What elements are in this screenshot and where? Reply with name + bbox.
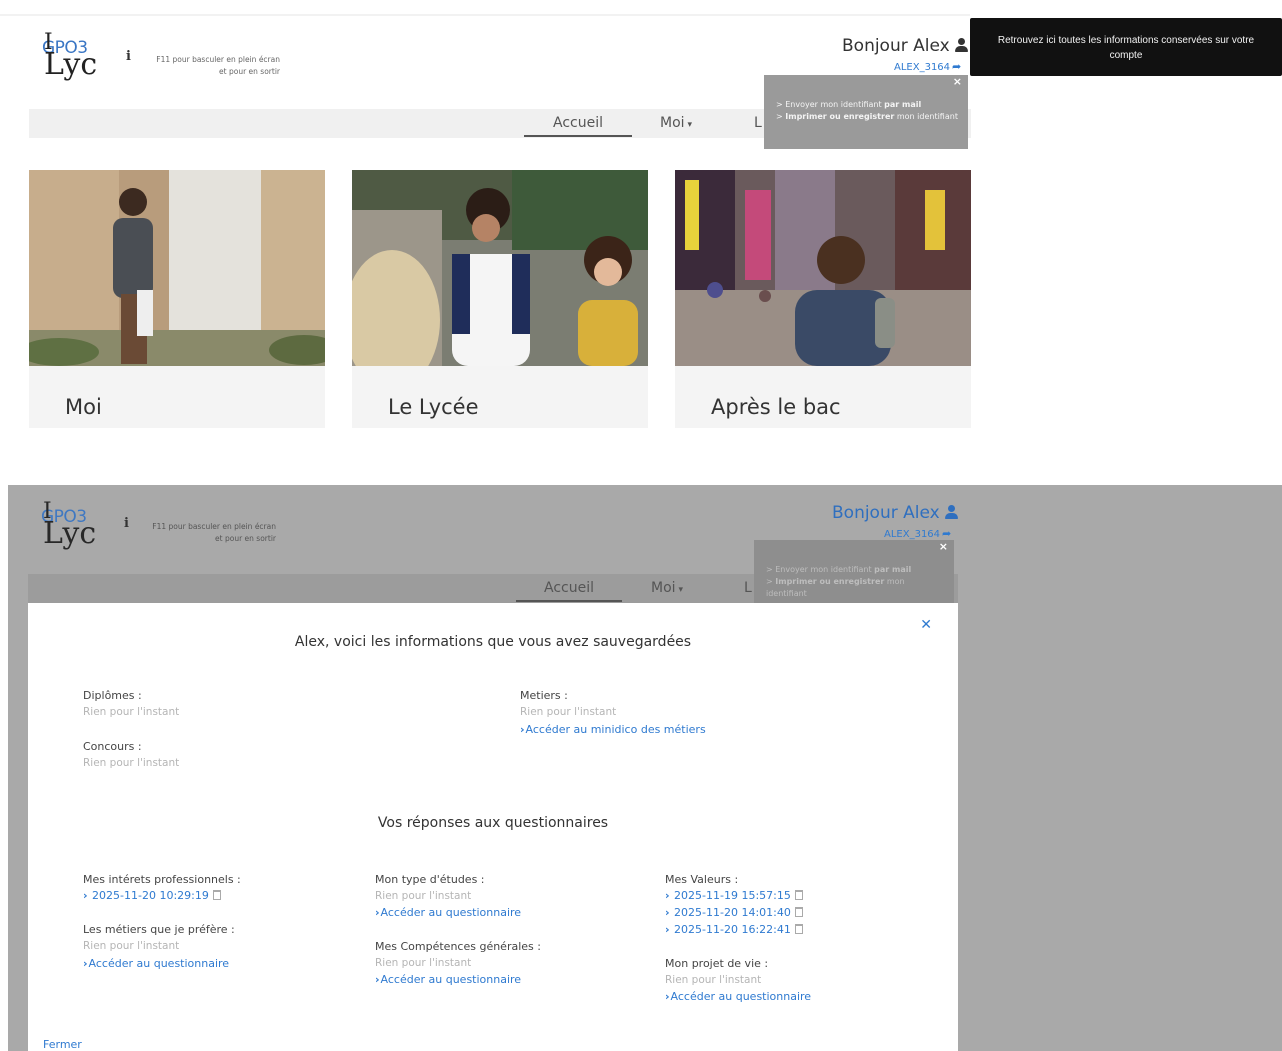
logo-line2: Lyc xyxy=(43,516,97,551)
projet-questionnaire-link[interactable]: ›Accéder au questionnaire xyxy=(665,990,811,1003)
info-icon: i xyxy=(124,516,129,531)
metiers-prefere-questionnaire-link[interactable]: ›Accéder au questionnaire xyxy=(83,957,229,970)
saved-info-modal: ✕ Alex, voici les informations que vous … xyxy=(28,603,958,1051)
card-title: Après le bac xyxy=(711,395,841,419)
app-logo: I GPO3 Lyc xyxy=(41,499,97,551)
caret-down-icon: ▾ xyxy=(678,585,684,595)
concours-empty: Rien pour l'instant xyxy=(83,757,180,769)
metiers-empty: Rien pour l'instant xyxy=(520,706,617,718)
close-icon: × xyxy=(938,540,948,553)
fermer-button[interactable]: Fermer xyxy=(43,1038,82,1051)
send-id-mail-link[interactable]: > Envoyer mon identifiant par mail xyxy=(776,99,958,111)
trash-icon[interactable] xyxy=(794,924,803,934)
fullscreen-hint: i F11 pour basculer en plein écran et po… xyxy=(124,516,276,543)
diplomes-empty: Rien pour l'instant xyxy=(83,706,180,718)
metiers-prefere-label: Les métiers que je préfère : xyxy=(83,923,235,936)
print-id-link[interactable]: > Imprimer ou enregistrer mon identifian… xyxy=(776,111,958,123)
card-lycee[interactable]: Le Lycée xyxy=(352,170,648,428)
share-icon: ➦ xyxy=(942,527,952,540)
valeurs-result-link[interactable]: › 2025-11-19 15:57:15 xyxy=(665,889,803,902)
competences-empty: Rien pour l'instant xyxy=(375,957,472,969)
caret-down-icon: ▾ xyxy=(687,120,693,130)
diplomes-label: Diplômes : xyxy=(83,689,142,702)
account-tooltip: Retrouvez ici toutes les informations co… xyxy=(970,18,1282,76)
projet-label: Mon projet de vie : xyxy=(665,957,769,970)
modal-title: Alex, voici les informations que vous av… xyxy=(294,634,692,650)
nav-moi: Moi ▾ xyxy=(651,580,684,596)
card-apres-bac-image xyxy=(675,170,971,366)
app-logo[interactable]: I GPO3 Lyc xyxy=(42,30,112,88)
trash-icon[interactable] xyxy=(212,890,221,900)
type-etudes-empty: Rien pour l'instant xyxy=(375,890,472,902)
bottom-screen: I GPO3 Lyc i F11 pour basculer en plein é… xyxy=(8,485,1282,1051)
valeurs-label: Mes Valeurs : xyxy=(665,873,739,886)
fullscreen-hint: i F11 pour basculer en plein écran et po… xyxy=(126,49,280,76)
metiers-prefere-empty: Rien pour l'instant xyxy=(83,940,180,952)
competences-questionnaire-link[interactable]: ›Accéder au questionnaire xyxy=(375,973,521,986)
id-popover: × > Envoyer mon identifiant par mail > I… xyxy=(754,540,954,603)
concours-label: Concours : xyxy=(83,740,142,753)
top-divider xyxy=(0,14,970,16)
trash-icon[interactable] xyxy=(794,907,803,917)
interets-result-link[interactable]: › 2025-11-20 10:29:19 xyxy=(83,889,221,902)
nav-moi[interactable]: Moi ▾ xyxy=(660,115,692,131)
user-icon xyxy=(944,505,958,519)
projet-empty: Rien pour l'instant xyxy=(665,974,762,986)
interets-label: Mes intérets professionnels : xyxy=(83,873,241,886)
nav-lycee[interactable]: L xyxy=(754,115,762,131)
valeurs-result-link[interactable]: › 2025-11-20 16:22:41 xyxy=(665,923,803,936)
logo-line2: Lyc xyxy=(44,47,98,82)
card-title: Moi xyxy=(65,395,102,419)
card-moi-image xyxy=(29,170,325,366)
type-etudes-label: Mon type d'études : xyxy=(375,873,485,886)
card-title: Le Lycée xyxy=(388,395,479,419)
user-greeting: Bonjour Alex xyxy=(832,503,958,523)
info-icon: i xyxy=(126,49,131,64)
questionnaires-title: Vos réponses aux questionnaires xyxy=(377,815,609,831)
nav-lycee: L xyxy=(744,580,752,596)
user-id-link[interactable]: ALEX_3164 ➦ xyxy=(894,60,961,73)
nav-accueil[interactable]: Accueil xyxy=(524,115,632,137)
user-icon xyxy=(954,38,968,52)
card-apres-bac[interactable]: Après le bac xyxy=(675,170,971,428)
modal-close-icon[interactable]: ✕ xyxy=(920,617,932,633)
card-lycee-image xyxy=(352,170,648,366)
id-popover: × > Envoyer mon identifiant par mail > I… xyxy=(764,75,968,149)
user-id-link: ALEX_3164 ➦ xyxy=(884,527,952,540)
user-greeting[interactable]: Bonjour Alex xyxy=(842,36,968,56)
close-icon[interactable]: × xyxy=(953,76,962,88)
competences-label: Mes Compétences générales : xyxy=(375,940,541,953)
trash-icon[interactable] xyxy=(794,890,803,900)
metiers-label: Metiers : xyxy=(520,689,568,702)
card-moi[interactable]: Moi xyxy=(29,170,325,428)
nav-accueil: Accueil xyxy=(516,580,622,602)
minidico-link[interactable]: ›Accéder au minidico des métiers xyxy=(520,723,706,736)
share-icon: ➦ xyxy=(952,60,962,73)
type-etudes-questionnaire-link[interactable]: ›Accéder au questionnaire xyxy=(375,906,521,919)
valeurs-result-link[interactable]: › 2025-11-20 14:01:40 xyxy=(665,906,803,919)
